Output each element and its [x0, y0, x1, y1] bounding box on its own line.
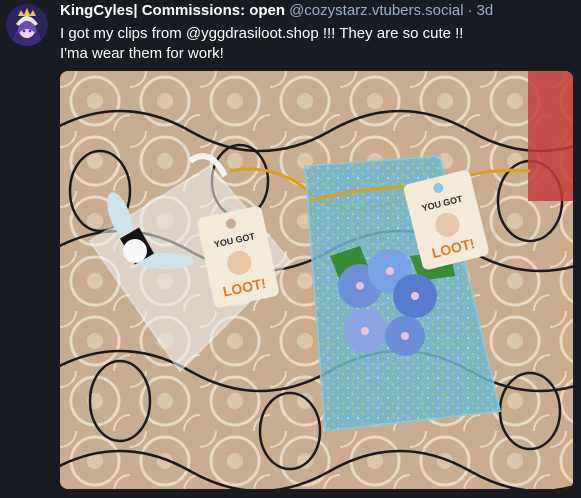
- post-text-line-2: I'ma wear them for work!: [60, 45, 224, 62]
- red-fabric: [528, 71, 573, 201]
- media-attachment[interactable]: YOU GOT LOOT! YOU GOT LOOT!: [60, 71, 573, 489]
- meta-separator: ·: [467, 2, 473, 19]
- account-handle[interactable]: @cozystarz.vtubers.social: [289, 2, 463, 19]
- post: KingCyles| Commissions: open @cozystarz.…: [0, 0, 581, 498]
- avatar[interactable]: [6, 4, 48, 46]
- avatar-image: [6, 4, 48, 46]
- attached-photo: YOU GOT LOOT! YOU GOT LOOT!: [60, 71, 573, 489]
- display-name[interactable]: KingCyles| Commissions: open: [60, 2, 285, 19]
- post-text-line-1: I got my clips from @yggdrasiloot.shop !…: [60, 25, 464, 42]
- post-timestamp[interactable]: 3d: [477, 2, 494, 19]
- post-content: I got my clips from @yggdrasiloot.shop !…: [60, 24, 573, 64]
- post-header: KingCyles| Commissions: open @cozystarz.…: [60, 2, 573, 22]
